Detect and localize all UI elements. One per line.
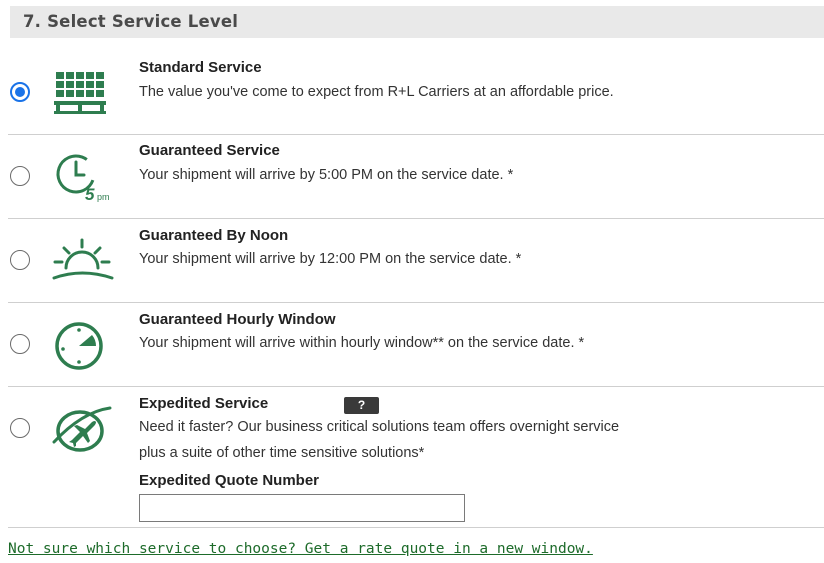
expedited-service-description-line1: Need it faster? Our business critical so… — [139, 419, 620, 435]
radio-standard-service[interactable] — [10, 82, 30, 102]
clock-hour-label: 5 — [85, 185, 95, 204]
expedited-quote-number-input[interactable] — [139, 494, 465, 522]
section-title: 7. Select Service Level — [10, 6, 824, 38]
divider — [8, 386, 824, 387]
sun-horizon-icon — [52, 238, 114, 280]
radio-guaranteed-by-noon[interactable] — [10, 250, 30, 270]
guaranteed-hourly-window-description: Your shipment will arrive within hourly … — [139, 335, 585, 351]
guaranteed-service-description: Your shipment will arrive by 5:00 PM on … — [139, 167, 514, 183]
globe-plane-icon — [52, 406, 112, 452]
radio-guaranteed-hourly-window[interactable] — [10, 334, 30, 354]
pallet-icon — [54, 72, 106, 114]
clock-window-icon — [55, 322, 103, 370]
clock-5pm-icon: 5 pm — [56, 154, 110, 204]
radio-expedited-service[interactable] — [10, 418, 30, 438]
standard-service-title: Standard Service — [139, 59, 262, 76]
divider — [8, 218, 824, 219]
standard-service-description: The value you've come to expect from R+L… — [139, 84, 614, 100]
guaranteed-service-title: Guaranteed Service — [139, 142, 280, 159]
guaranteed-by-noon-description: Your shipment will arrive by 12:00 PM on… — [139, 251, 522, 267]
clock-ampm-label: pm — [97, 192, 110, 202]
divider — [8, 527, 824, 528]
expedited-service-description-line2: plus a suite of other time sensitive sol… — [139, 445, 425, 461]
divider — [8, 302, 824, 303]
rate-quote-link[interactable]: Not sure which service to choose? Get a … — [8, 541, 593, 557]
guaranteed-hourly-window-title: Guaranteed Hourly Window — [139, 311, 336, 328]
expedited-quote-number-label: Expedited Quote Number — [139, 472, 320, 489]
help-button[interactable]: ? — [344, 397, 379, 414]
divider — [8, 134, 824, 135]
expedited-service-title: Expedited Service — [139, 395, 269, 412]
radio-guaranteed-service[interactable] — [10, 166, 30, 186]
guaranteed-by-noon-title: Guaranteed By Noon — [139, 227, 289, 244]
